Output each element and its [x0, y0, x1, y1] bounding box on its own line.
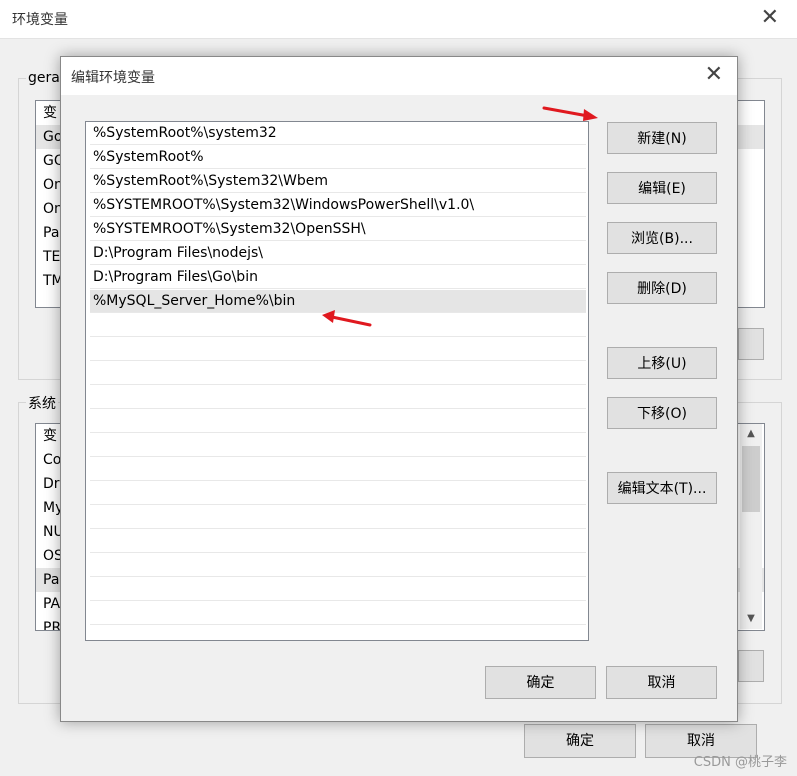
- empty-row[interactable]: [90, 410, 586, 433]
- edit-text-button[interactable]: 编辑文本(T)...: [607, 472, 717, 504]
- empty-row[interactable]: [90, 362, 586, 385]
- path-entry[interactable]: %SYSTEMROOT%\System32\OpenSSH\: [90, 218, 586, 241]
- path-entry[interactable]: D:\Program Files\Go\bin: [90, 266, 586, 289]
- edit-environment-variable-dialog: 编辑环境变量 ✕ %SystemRoot%\system32 %SystemRo…: [60, 56, 738, 722]
- scroll-down-icon[interactable]: ▼: [740, 609, 762, 629]
- empty-row[interactable]: [90, 602, 586, 625]
- delete-button[interactable]: 删除(D): [607, 272, 717, 304]
- system-delete-button[interactable]: [738, 650, 764, 682]
- move-down-button[interactable]: 下移(O): [607, 397, 717, 429]
- path-entry[interactable]: %SystemRoot%\System32\Wbem: [90, 170, 586, 193]
- cancel-button[interactable]: 取消: [606, 666, 717, 699]
- empty-row[interactable]: [90, 578, 586, 601]
- background-close-icon[interactable]: ✕: [761, 6, 779, 30]
- browse-button[interactable]: 浏览(B)...: [607, 222, 717, 254]
- empty-row[interactable]: [90, 506, 586, 529]
- empty-row[interactable]: [90, 386, 586, 409]
- background-ok-button[interactable]: 确定: [524, 724, 636, 758]
- move-up-button[interactable]: 上移(U): [607, 347, 717, 379]
- edit-button[interactable]: 编辑(E): [607, 172, 717, 204]
- watermark: CSDN @桃子李: [693, 755, 787, 770]
- system-variables-group-label: 系统: [26, 393, 58, 413]
- path-entry[interactable]: %SystemRoot%\system32: [90, 122, 586, 145]
- path-entries-list[interactable]: %SystemRoot%\system32 %SystemRoot% %Syst…: [85, 121, 589, 641]
- empty-row[interactable]: [90, 434, 586, 457]
- empty-row[interactable]: [90, 458, 586, 481]
- annotation-arrow-icon: [542, 106, 598, 121]
- ok-button[interactable]: 确定: [485, 666, 596, 699]
- path-entry[interactable]: %SystemRoot%: [90, 146, 586, 169]
- scrollbar-thumb[interactable]: [742, 446, 760, 512]
- path-entry[interactable]: D:\Program Files\nodejs\: [90, 242, 586, 265]
- empty-row[interactable]: [90, 530, 586, 553]
- annotation-arrow-icon: [322, 310, 372, 327]
- empty-row[interactable]: [90, 482, 586, 505]
- background-window-title: 环境变量: [12, 12, 68, 28]
- edit-dialog-title-bar: 编辑环境变量 ✕: [61, 57, 737, 95]
- user-variables-group-label: gera: [26, 70, 62, 86]
- background-title-bar: 环境变量 ✕: [0, 0, 797, 39]
- empty-row[interactable]: [90, 338, 586, 361]
- new-button[interactable]: 新建(N): [607, 122, 717, 154]
- close-icon[interactable]: ✕: [705, 63, 723, 87]
- empty-row[interactable]: [90, 554, 586, 577]
- edit-dialog-title: 编辑环境变量: [71, 70, 155, 86]
- scroll-up-icon[interactable]: ▲: [740, 424, 762, 444]
- path-entry[interactable]: %SYSTEMROOT%\System32\WindowsPowerShell\…: [90, 194, 586, 217]
- user-delete-button[interactable]: [738, 328, 764, 360]
